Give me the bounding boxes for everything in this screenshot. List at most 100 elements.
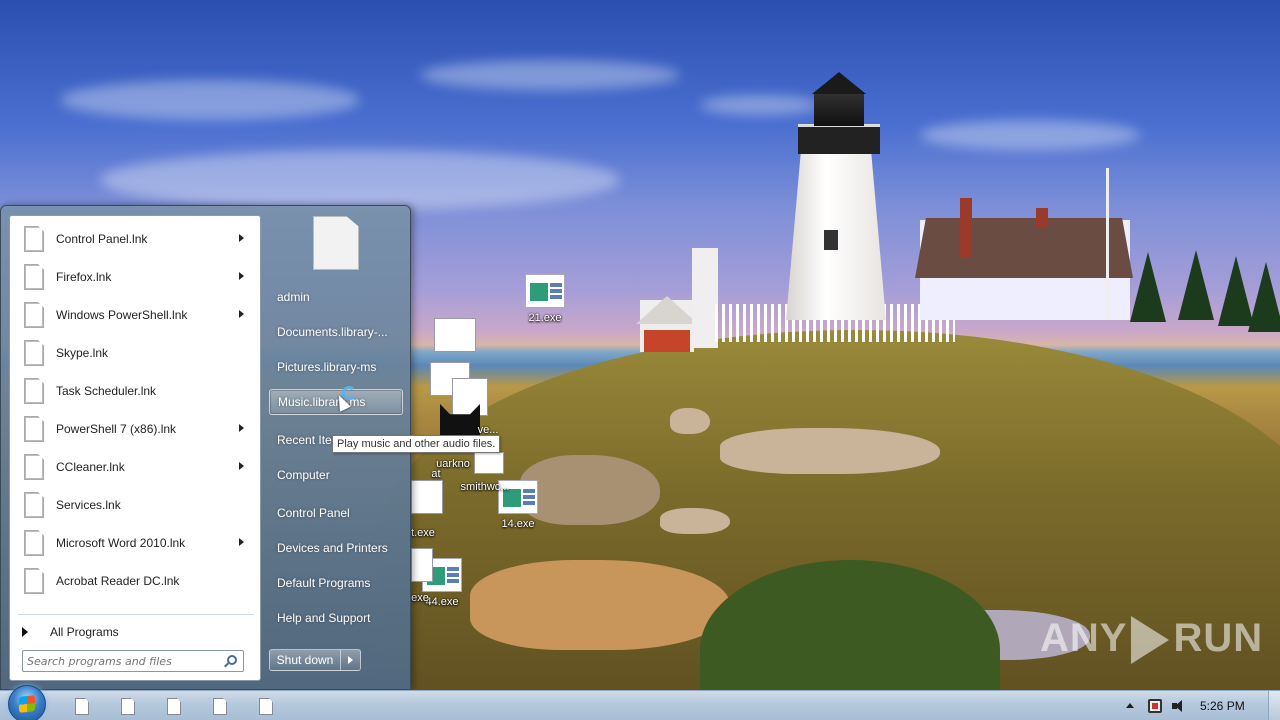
submenu-arrow-icon[interactable] xyxy=(239,424,244,432)
submenu-arrow-icon[interactable] xyxy=(239,272,244,280)
cloud-decoration xyxy=(700,95,820,115)
program-ccleaner[interactable]: CCleaner.lnk xyxy=(14,449,258,485)
desktop-icon-partial[interactable] xyxy=(452,378,488,416)
program-task-scheduler[interactable]: Task Scheduler.lnk xyxy=(14,373,258,409)
desktop-icon-partial[interactable] xyxy=(474,452,504,474)
rock xyxy=(660,508,730,534)
all-programs-label: All Programs xyxy=(50,625,119,639)
shutdown-button[interactable]: Shut down xyxy=(269,649,341,671)
submenu-arrow-icon[interactable] xyxy=(239,462,244,470)
rock xyxy=(720,428,940,474)
shortcut-file-icon xyxy=(24,302,44,328)
tree xyxy=(1248,262,1280,332)
program-label: CCleaner.lnk xyxy=(56,460,125,474)
search-box[interactable] xyxy=(22,650,244,672)
anyrun-watermark: ANY RUN xyxy=(1040,616,1264,665)
program-microsoft-word[interactable]: Microsoft Word 2010.lnk xyxy=(14,525,258,561)
link-control-panel[interactable]: Control Panel xyxy=(269,500,403,526)
program-label: Firefox.lnk xyxy=(56,270,112,284)
user-picture[interactable] xyxy=(313,216,359,270)
taskbar-file-icon[interactable] xyxy=(75,698,89,715)
clock[interactable]: 5:26 PM xyxy=(1200,699,1245,713)
program-label: Task Scheduler.lnk xyxy=(56,384,157,398)
submenu-arrow-icon[interactable] xyxy=(239,538,244,546)
program-windows-powershell[interactable]: Windows PowerShell.lnk xyxy=(14,297,258,333)
link-pictures[interactable]: Pictures.library-ms xyxy=(269,354,403,380)
program-label: Microsoft Word 2010.lnk xyxy=(56,536,186,550)
program-label: Services.lnk xyxy=(56,498,121,512)
separator xyxy=(18,614,254,615)
program-label: Windows PowerShell.lnk xyxy=(56,308,188,322)
show-hidden-icons-icon[interactable] xyxy=(1126,703,1134,708)
watermark-left: ANY xyxy=(1040,616,1128,660)
shortcut-file-icon xyxy=(24,378,44,404)
link-computer[interactable]: Computer xyxy=(269,462,403,488)
cloud-decoration xyxy=(420,60,680,90)
music-tooltip: Play music and other audio files. xyxy=(332,435,501,453)
link-help-support[interactable]: Help and Support xyxy=(269,605,403,631)
rock xyxy=(670,408,710,434)
desktop-icon-partial[interactable] xyxy=(411,480,443,514)
action-center-flag-icon[interactable] xyxy=(1148,699,1162,713)
partial-label: exe xyxy=(411,592,429,604)
cloud-decoration xyxy=(100,150,620,210)
program-powershell-7[interactable]: PowerShell 7 (x86).lnk xyxy=(14,411,258,447)
shortcut-file-icon xyxy=(24,530,44,556)
search-input[interactable] xyxy=(27,653,217,669)
search-icon[interactable] xyxy=(227,655,237,665)
desktop-icon-partial[interactable] xyxy=(411,548,433,582)
link-devices-printers[interactable]: Devices and Printers xyxy=(269,535,403,561)
program-control-panel[interactable]: Control Panel.lnk xyxy=(14,221,258,257)
program-label: Control Panel.lnk xyxy=(56,232,148,246)
partial-label: t.exe xyxy=(411,527,435,539)
shortcut-file-icon xyxy=(24,416,44,442)
tree xyxy=(1130,252,1166,322)
volume-icon[interactable] xyxy=(1172,700,1186,712)
link-default-programs[interactable]: Default Programs xyxy=(269,570,403,596)
taskbar: 5:26 PM xyxy=(0,685,1280,720)
house-roof xyxy=(915,218,1133,278)
watermark-right: RUN xyxy=(1173,616,1264,660)
desktop-icon-21-exe[interactable]: 21.exe xyxy=(515,274,575,324)
taskbar-file-icon[interactable] xyxy=(259,698,273,715)
taskbar-file-icon[interactable] xyxy=(213,698,227,715)
program-label: PowerShell 7 (x86).lnk xyxy=(56,422,177,436)
link-user-folder[interactable]: admin xyxy=(269,284,403,310)
program-label: Skype.lnk xyxy=(56,346,109,360)
shortcut-file-icon xyxy=(24,492,44,518)
shutdown-options-arrow-icon[interactable] xyxy=(341,649,361,671)
lighthouse-lamp xyxy=(814,92,864,126)
taskbar-file-icon[interactable] xyxy=(167,698,181,715)
start-button[interactable] xyxy=(8,685,46,720)
chimney xyxy=(1036,208,1048,228)
program-firefox[interactable]: Firefox.lnk xyxy=(14,259,258,295)
shortcut-file-icon xyxy=(24,226,44,252)
program-skype[interactable]: Skype.lnk xyxy=(14,335,258,371)
tree xyxy=(1178,250,1214,320)
taskbar-file-icon[interactable] xyxy=(121,698,135,715)
shortcut-file-icon xyxy=(24,568,44,594)
shortcut-file-icon xyxy=(24,454,44,480)
cloud-decoration xyxy=(920,120,1140,150)
lighthouse-roof xyxy=(812,72,866,94)
shortcut-file-icon xyxy=(24,264,44,290)
desktop-icon-label: 14.exe xyxy=(501,518,535,530)
desktop-icon-label: 21.exe xyxy=(528,312,562,324)
play-icon xyxy=(1131,616,1170,665)
program-services[interactable]: Services.lnk xyxy=(14,487,258,523)
rock xyxy=(470,560,730,650)
chimney xyxy=(960,198,972,258)
expand-arrow-icon xyxy=(22,627,28,637)
cloud-decoration xyxy=(60,80,360,120)
program-acrobat-reader[interactable]: Acrobat Reader DC.lnk xyxy=(14,563,258,599)
partial-label: at xyxy=(431,468,441,480)
show-desktop-button[interactable] xyxy=(1268,691,1280,720)
link-documents[interactable]: Documents.library-... xyxy=(269,319,403,345)
submenu-arrow-icon[interactable] xyxy=(239,234,244,242)
submenu-arrow-icon[interactable] xyxy=(239,310,244,318)
lighthouse-window xyxy=(824,230,838,250)
lighthouse-gallery xyxy=(798,124,880,154)
all-programs-button[interactable]: All Programs xyxy=(18,620,254,644)
flag-pole xyxy=(1106,168,1109,320)
desktop-icon-partial[interactable] xyxy=(434,318,476,352)
